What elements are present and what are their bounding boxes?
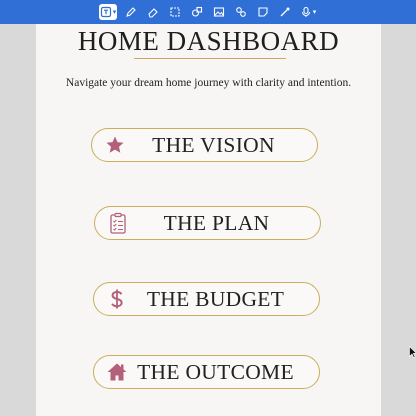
- lasso-tool-icon[interactable]: [167, 4, 183, 20]
- plan-button-label: THE PLAN: [163, 210, 270, 235]
- page-title: HOME DASHBOARD: [77, 26, 340, 56]
- laser-pointer-tool-icon[interactable]: [277, 4, 293, 20]
- chevron-down-icon: ▾: [112, 8, 117, 16]
- text-box-tool-icon[interactable]: ▾: [99, 4, 117, 20]
- plan-button[interactable]: THE PLAN: [94, 206, 321, 240]
- dashboard-page: HOME DASHBOARD Navigate your dream home …: [36, 24, 381, 416]
- shapes-tool-icon[interactable]: [189, 4, 205, 20]
- image-tool-icon[interactable]: [211, 4, 227, 20]
- chevron-down-icon: ▾: [312, 8, 317, 16]
- audio-tool-icon[interactable]: ▾: [299, 4, 317, 20]
- outcome-button-label: THE OUTCOME: [137, 359, 294, 384]
- budget-button-label: THE BUDGET: [146, 286, 285, 311]
- title-divider: [134, 58, 286, 59]
- app-window: ▾ ▾ HOME DASHBOARD Navigate your dream h…: [0, 0, 416, 416]
- vision-button[interactable]: THE VISION: [91, 128, 318, 162]
- budget-button[interactable]: THE BUDGET: [93, 282, 320, 316]
- eraser-tool-icon[interactable]: [145, 4, 161, 20]
- sticker-tool-icon[interactable]: [233, 4, 249, 20]
- outcome-button[interactable]: THE OUTCOME: [93, 355, 320, 389]
- pen-tool-icon[interactable]: [123, 4, 139, 20]
- annotation-toolbar: ▾ ▾: [0, 0, 416, 24]
- sticky-note-tool-icon[interactable]: [255, 4, 271, 20]
- mouse-pointer-icon: [409, 346, 416, 358]
- page-subtitle: Navigate your dream home journey with cl…: [65, 77, 352, 89]
- vision-button-label: THE VISION: [152, 132, 275, 157]
